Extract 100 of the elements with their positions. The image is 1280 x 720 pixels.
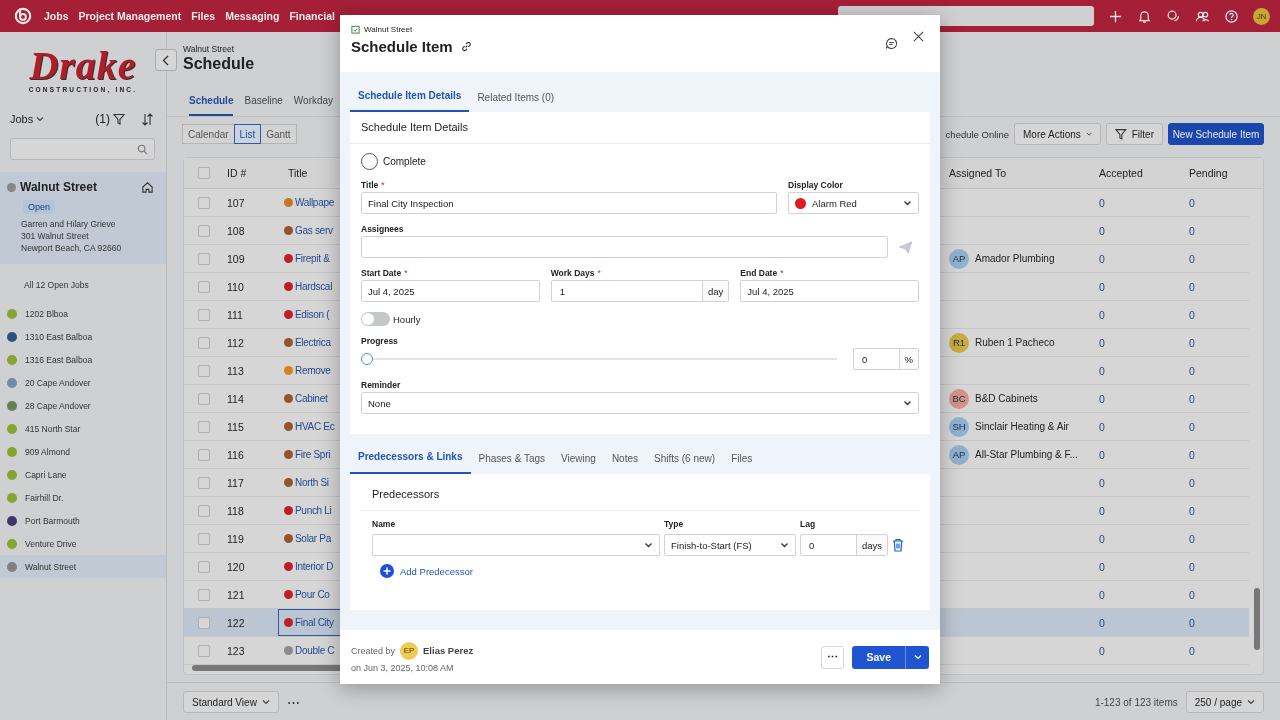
row-checkbox[interactable] [198, 336, 210, 349]
predecessor-name-select[interactable] [372, 534, 660, 556]
tab[interactable]: Files [723, 444, 761, 474]
row-checkbox[interactable] [198, 504, 210, 517]
jobs-dropdown[interactable]: Jobs [10, 113, 45, 125]
accepted-count[interactable]: 0 [1099, 504, 1105, 517]
row-checkbox[interactable] [198, 560, 210, 573]
item-title-link[interactable]: Solar Pa [295, 533, 331, 544]
accepted-count[interactable]: 0 [1099, 476, 1105, 489]
row-checkbox[interactable] [198, 532, 210, 545]
tab[interactable]: Notes [603, 444, 646, 474]
column-header[interactable]: Pending [1181, 167, 1263, 179]
accepted-count[interactable]: 0 [1099, 560, 1105, 573]
nav-link[interactable]: Jobs [44, 10, 69, 22]
pending-count[interactable]: 0 [1189, 336, 1195, 349]
pending-count[interactable]: 0 [1189, 364, 1195, 377]
tab[interactable]: Baseline [244, 87, 283, 116]
help-icon[interactable] [1224, 8, 1239, 24]
slider-thumb[interactable] [361, 353, 373, 365]
item-title-link[interactable]: Double C [295, 645, 335, 656]
nav-link[interactable]: Messaging [225, 10, 280, 22]
new-schedule-item-button[interactable]: New Schedule Item [1168, 123, 1264, 145]
tab[interactable]: Schedule [189, 87, 234, 116]
job-item[interactable]: 20 Cape Andover [0, 371, 166, 394]
save-button[interactable]: Save [852, 645, 905, 669]
item-title-link[interactable]: Wallpape [295, 197, 334, 208]
job-item[interactable]: Walnut Street [0, 555, 166, 578]
item-title-link[interactable]: Edison ( [295, 309, 330, 320]
nav-link[interactable]: Project Management [78, 10, 182, 22]
job-item[interactable]: 1310 East Balboa [0, 325, 166, 348]
accepted-count[interactable]: 0 [1099, 420, 1105, 433]
pending-count[interactable]: 0 [1189, 392, 1195, 405]
accepted-count[interactable]: 0 [1099, 252, 1105, 265]
row-checkbox[interactable] [198, 224, 210, 237]
accepted-count[interactable]: 0 [1099, 280, 1105, 293]
assignees-input[interactable] [361, 236, 888, 258]
predecessor-type-select[interactable]: Finish-to-Start (FS) [664, 534, 796, 556]
job-item[interactable]: 1202 Blboa [0, 302, 166, 325]
nav-link[interactable]: Files [191, 10, 216, 22]
start-date-input[interactable]: Jul 4, 2025 [361, 280, 540, 302]
add-predecessor-link[interactable]: Add Predecessor [380, 564, 473, 578]
page-size-dropdown[interactable]: 250 / page [1185, 691, 1264, 713]
home-icon[interactable] [141, 180, 154, 194]
accepted-count[interactable]: 0 [1099, 364, 1105, 377]
view-toggle[interactable]: Calendar [182, 124, 235, 144]
vertical-scrollbar[interactable] [1254, 588, 1260, 650]
filter-button[interactable]: Filter [1106, 123, 1163, 145]
item-title-link[interactable]: Remove [295, 365, 331, 376]
schedule-online-link[interactable]: chedule Online [945, 128, 1009, 140]
title-input[interactable]: Final City Inspection [361, 192, 777, 214]
column-header[interactable]: ID # [224, 167, 278, 179]
item-title-link[interactable]: Cabinet [295, 393, 328, 404]
accepted-count[interactable]: 0 [1099, 224, 1105, 237]
view-toggle[interactable]: List [233, 124, 262, 144]
trash-icon[interactable] [892, 538, 904, 552]
job-item[interactable]: 28 Cape Andover [0, 394, 166, 417]
pending-count[interactable]: 0 [1189, 420, 1195, 433]
view-dropdown[interactable]: Standard View [183, 691, 279, 713]
item-title-link[interactable]: North Si [295, 477, 329, 488]
pending-count[interactable]: 0 [1189, 504, 1195, 517]
more-actions-button[interactable]: More Actions [1014, 123, 1101, 145]
job-item[interactable]: Venture Drive [0, 532, 166, 555]
tab[interactable]: Phases & Tags [470, 444, 554, 474]
pending-count[interactable]: 0 [1189, 588, 1195, 601]
item-title-link[interactable]: Interior D [295, 561, 334, 572]
row-checkbox[interactable] [198, 392, 210, 405]
accepted-count[interactable]: 0 [1099, 308, 1105, 321]
row-checkbox[interactable] [198, 364, 210, 377]
column-header[interactable]: Title [278, 158, 341, 188]
row-checkbox[interactable] [198, 308, 210, 321]
row-checkbox[interactable] [198, 448, 210, 461]
pending-count[interactable]: 0 [1189, 644, 1195, 657]
end-date-input[interactable]: Jul 4, 2025 [740, 280, 919, 302]
row-checkbox[interactable] [198, 252, 210, 265]
more-button[interactable]: ⋯ [821, 645, 845, 669]
comment-icon[interactable] [885, 37, 898, 50]
accepted-count[interactable]: 0 [1099, 588, 1105, 601]
row-checkbox[interactable] [198, 588, 210, 601]
progress-input[interactable]: 0 % [853, 348, 919, 370]
reminder-select[interactable]: None [361, 392, 919, 414]
work-days-input[interactable]: 1 day [550, 280, 730, 302]
item-title-link[interactable]: Gas serv [295, 225, 333, 236]
lag-input[interactable]: 0 days [800, 534, 888, 556]
job-item[interactable]: Capri Lane [0, 463, 166, 486]
nav-link[interactable]: Financial [289, 10, 335, 22]
tab[interactable]: Workday [293, 87, 334, 116]
item-title-link[interactable]: HVAC Ec [295, 421, 335, 432]
chat-icon[interactable] [1166, 8, 1181, 24]
row-checkbox[interactable] [198, 420, 210, 433]
pending-count[interactable]: 0 [1189, 280, 1195, 293]
item-title-link[interactable]: Firepit & [295, 253, 330, 264]
job-item[interactable]: 415 North Star [0, 417, 166, 440]
row-checkbox[interactable] [198, 476, 210, 489]
item-title-link[interactable]: Hardscal [295, 281, 333, 292]
bell-icon[interactable] [1137, 8, 1152, 24]
hourly-toggle[interactable] [361, 312, 390, 326]
more-button[interactable]: ⋯ [286, 694, 300, 710]
filter-button[interactable]: (1) [95, 112, 125, 126]
pending-count[interactable]: 0 [1189, 196, 1195, 209]
logo-icon[interactable] [14, 7, 32, 25]
